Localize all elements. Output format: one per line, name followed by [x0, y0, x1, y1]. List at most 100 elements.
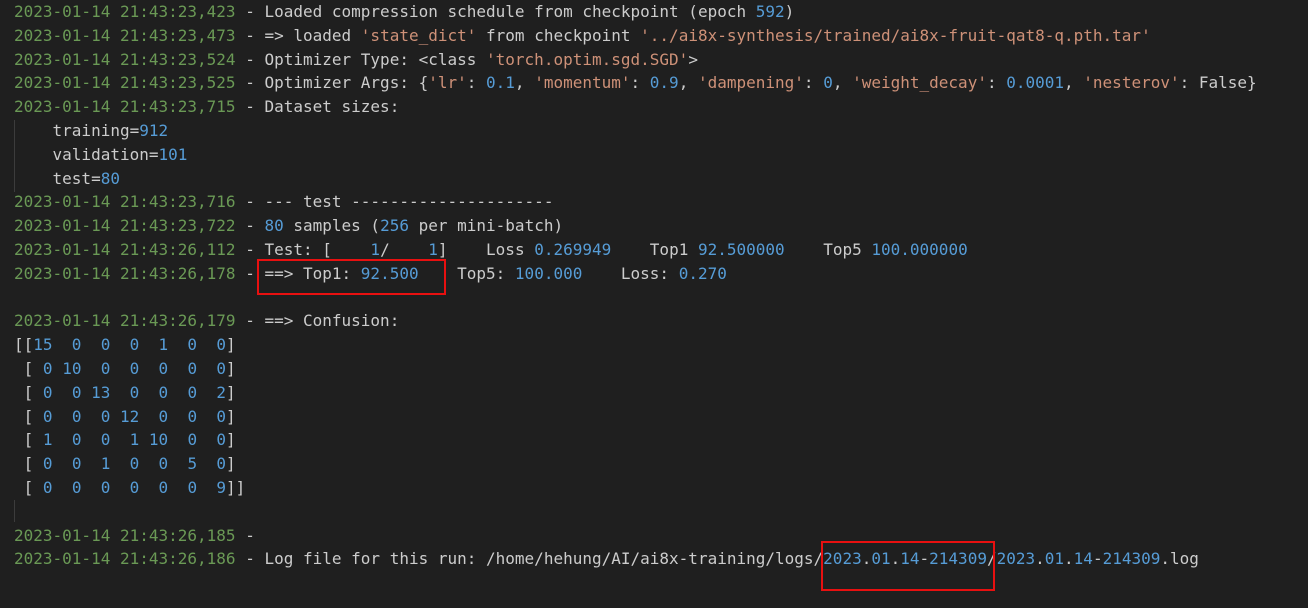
confusion-row-7-seg-10 [168, 478, 187, 497]
confusion-row-3: [ 0 0 13 0 0 0 2] [14, 381, 1257, 405]
blank-line-1-seg-0 [14, 288, 24, 307]
confusion-row-2-seg-3: 10 [62, 358, 82, 378]
confusion-row-6-seg-14: ] [225, 454, 236, 474]
confusion-row-3-seg-12 [197, 383, 216, 402]
confusion-row-5-seg-9: 10 [148, 430, 169, 450]
log-line-4-seg-18: 'nesterov' [1083, 73, 1180, 93]
confusion-row-6-seg-13: 0 [216, 454, 226, 474]
confusion-row-3-seg-10 [168, 383, 187, 402]
log-line-8-seg-1: - Test: [ [235, 239, 371, 259]
confusion-row-7-seg-13: 9 [216, 477, 226, 497]
blank-line-2-seg-0 [14, 502, 24, 521]
log-line-2-seg-1: - => loaded [235, 25, 361, 45]
confusion-row-4-seg-11: 0 [187, 406, 198, 426]
log-line-12-seg-0: 2023-01-14 21:43:26,186 [14, 549, 236, 569]
log-line-1: 2023-01-14 21:43:23,423 - Loaded compres… [14, 0, 1257, 24]
log-line-7-seg-5: per mini-batch) [408, 216, 564, 236]
dataset-test-seg-1: 80 [100, 168, 120, 188]
blank-line-1 [14, 286, 1257, 310]
confusion-row-1-seg-4 [81, 335, 100, 354]
confusion-row-2-seg-8 [139, 359, 158, 378]
log-line-10-seg-1: - ==> Confusion: [235, 311, 400, 331]
confusion-row-6-seg-3: 0 [71, 454, 82, 474]
terminal-output[interactable]: 2023-01-14 21:43:23,423 - Loaded compres… [14, 0, 1257, 571]
log-line-3-seg-2: 'torch.optim.sgd.SGD' [486, 49, 689, 69]
highlight-box-log-folder [821, 541, 995, 591]
confusion-row-4-seg-5: 0 [100, 406, 111, 426]
log-line-2-seg-2: 'state_dict' [360, 25, 477, 45]
log-line-11-seg-1: - [235, 525, 255, 545]
log-line-7-seg-3: samples ( [283, 216, 381, 236]
confusion-row-1-seg-11: 0 [187, 335, 198, 355]
confusion-row-7-seg-12 [197, 478, 216, 497]
log-line-4-seg-7: : [630, 73, 650, 93]
confusion-row-6-seg-7: 0 [129, 454, 140, 474]
confusion-row-4-seg-6 [110, 407, 120, 426]
confusion-row-4: [ 0 0 0 12 0 0 0] [14, 405, 1257, 429]
confusion-row-2-seg-2 [53, 359, 63, 378]
confusion-row-6-seg-9: 0 [158, 454, 169, 474]
confusion-row-2-seg-12 [197, 359, 216, 378]
confusion-row-5: [ 1 0 0 1 10 0 0] [14, 428, 1257, 452]
log-line-11: 2023-01-14 21:43:26,185 - [14, 524, 1257, 548]
confusion-row-6-seg-8 [139, 454, 158, 473]
log-line-4-seg-4: 0.1 [486, 73, 515, 93]
confusion-row-1: [[15 0 0 0 1 0 0] [14, 333, 1257, 357]
log-line-12-seg-15: - [1092, 549, 1103, 569]
confusion-row-5-seg-2 [53, 430, 72, 449]
log-line-2-seg-0: 2023-01-14 21:43:23,473 [14, 25, 236, 45]
log-line-12-seg-11: . [1035, 549, 1045, 569]
confusion-row-6-seg-4 [81, 454, 100, 473]
log-line-8-seg-0: 2023-01-14 21:43:26,112 [14, 239, 236, 259]
log-line-8-seg-9: Top5 [784, 239, 872, 259]
confusion-row-4-seg-9: 0 [158, 406, 169, 426]
confusion-row-3-seg-8 [139, 383, 158, 402]
log-line-11-seg-0: 2023-01-14 21:43:26,185 [14, 525, 236, 545]
confusion-row-5-seg-5: 0 [100, 430, 111, 450]
log-line-8-seg-5: ] Loss [437, 239, 535, 259]
confusion-row-3-seg-6 [110, 383, 129, 402]
confusion-row-3-seg-7: 0 [129, 382, 140, 402]
confusion-row-3-seg-2 [53, 383, 72, 402]
confusion-row-6-seg-0: [ [14, 454, 43, 474]
dataset-validation-seg-1: 101 [158, 144, 188, 164]
log-line-3: 2023-01-14 21:43:23,524 - Optimizer Type… [14, 48, 1257, 72]
confusion-row-7-seg-9: 0 [158, 477, 169, 497]
log-line-4: 2023-01-14 21:43:23,525 - Optimizer Args… [14, 71, 1257, 95]
confusion-row-1-seg-6 [110, 335, 129, 354]
confusion-row-4-seg-1: 0 [42, 406, 53, 426]
dataset-validation-seg-0: validation= [14, 144, 159, 164]
confusion-row-7-seg-0: [ [14, 477, 43, 497]
confusion-row-2-seg-14: ] [225, 358, 236, 378]
log-line-7: 2023-01-14 21:43:23,722 - 80 samples (25… [14, 214, 1257, 238]
log-line-6-seg-0: 2023-01-14 21:43:23,716 [14, 192, 236, 212]
confusion-row-6-seg-12 [197, 454, 216, 473]
confusion-row-7: [ 0 0 0 0 0 0 9]] [14, 476, 1257, 500]
log-line-6-seg-1: - --- test --------------------- [235, 192, 554, 212]
confusion-row-6-seg-1: 0 [42, 454, 53, 474]
confusion-row-5-seg-8 [139, 430, 149, 449]
log-line-10-seg-0: 2023-01-14 21:43:26,179 [14, 311, 236, 331]
confusion-row-5-seg-13: 0 [216, 430, 226, 450]
confusion-row-1-seg-3: 0 [71, 335, 82, 355]
confusion-row-6-seg-10 [168, 454, 187, 473]
confusion-row-7-seg-7: 0 [129, 477, 140, 497]
confusion-row-6: [ 0 0 1 0 0 5 0] [14, 452, 1257, 476]
dataset-training-seg-1: 912 [139, 120, 169, 140]
confusion-row-2-seg-9: 0 [158, 358, 169, 378]
log-line-4-seg-16: 0.0001 [1006, 73, 1065, 93]
confusion-row-6-seg-6 [110, 454, 129, 473]
log-line-12-seg-16: 214309 [1102, 549, 1161, 569]
dataset-training: training=912 [14, 119, 1257, 143]
log-line-3-seg-3: > [688, 49, 698, 69]
log-line-4-seg-13: , [832, 73, 853, 93]
dataset-test: test=80 [14, 167, 1257, 191]
confusion-row-7-seg-5: 0 [100, 477, 111, 497]
log-line-4-seg-3: : [466, 73, 487, 93]
confusion-row-7-seg-3: 0 [71, 477, 82, 497]
confusion-row-5-seg-11: 0 [187, 430, 198, 450]
confusion-row-3-seg-13: 2 [216, 382, 226, 402]
blank-line-2 [14, 500, 1257, 524]
confusion-row-3-seg-4 [81, 383, 91, 402]
log-line-1-seg-3: ) [784, 2, 795, 21]
